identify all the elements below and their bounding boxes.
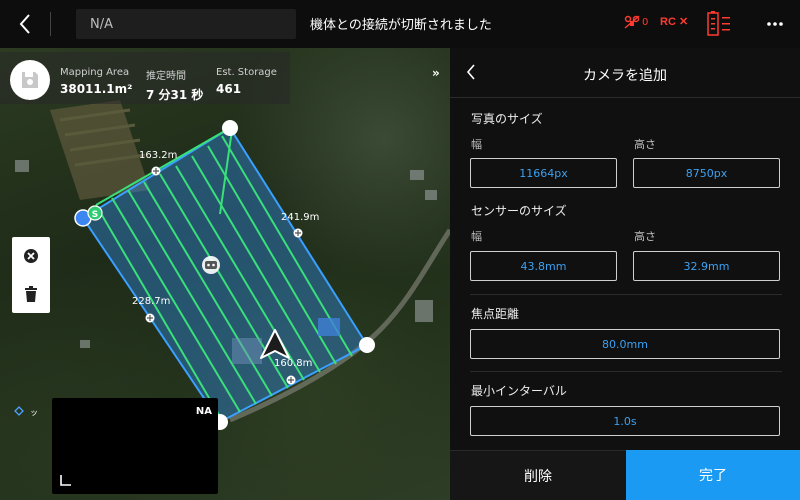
drone-status-count: 0 (642, 16, 649, 28)
panel-header: カメラを追加 (450, 48, 800, 98)
more-options-button[interactable] (762, 12, 788, 36)
stat-label: Est. Storage (216, 67, 277, 78)
edge-length-right: 241.9m (281, 212, 319, 223)
panel-title: カメラを追加 (583, 68, 667, 84)
battery-status (707, 11, 735, 41)
rc-label: RC (660, 16, 676, 28)
photo-height-label: 高さ (634, 138, 656, 151)
top-bar: N/A 機体との接続が切断されました 0 RC ✕ (0, 0, 800, 48)
photo-width-input[interactable]: 11664px (470, 158, 617, 188)
stat-value: 38011.1m² (60, 82, 133, 96)
min-interval-input[interactable]: 1.0s (470, 406, 780, 436)
start-point-label: S (92, 210, 98, 220)
trash-icon (25, 286, 37, 302)
expand-corner-icon (60, 475, 71, 486)
battery-icon (707, 11, 730, 36)
stat-label: 推定時間 (146, 71, 186, 82)
edge-length-top: 163.2m (139, 150, 177, 161)
edge-length-bottom: 160.8m (274, 358, 312, 369)
back-button[interactable] (10, 10, 40, 38)
more-dots-icon (767, 22, 783, 26)
add-camera-panel: カメラを追加 写真のサイズ 幅 高さ 11664px 8750px センサーのサ… (450, 48, 800, 500)
vertex-tools (12, 237, 50, 313)
delete-button[interactable]: 削除 (450, 450, 626, 500)
photo-size-title: 写真のサイズ (471, 112, 543, 126)
section-divider (470, 371, 782, 372)
save-disk-icon (22, 72, 38, 88)
sensor-width-input[interactable]: 43.8mm (470, 251, 617, 281)
collapse-panel-button[interactable]: » (432, 66, 440, 80)
svg-text:ッ: ッ (30, 408, 38, 417)
north-indicator-icon: ッ (14, 406, 38, 417)
stat-value: 7 分31 秒 (146, 88, 204, 102)
stat-label: Mapping Area (60, 67, 130, 78)
rc-disconnected-icon: ✕ (678, 16, 689, 28)
chevron-left-icon (19, 14, 30, 34)
delete-area-button[interactable] (12, 275, 50, 313)
sensor-size-title: センサーのサイズ (471, 204, 567, 218)
focal-length-input[interactable]: 80.0mm (470, 329, 780, 359)
divider (50, 12, 51, 36)
mission-name-field[interactable]: N/A (76, 9, 296, 39)
preview-status-label: NA (195, 406, 212, 417)
sensor-height-input[interactable]: 32.9mm (633, 251, 780, 281)
vertex-handle[interactable] (359, 337, 375, 353)
connection-status-message: 機体との接続が切断されました (310, 18, 492, 33)
drone-status: 0 (624, 15, 648, 29)
rc-status: RC ✕ (660, 15, 688, 28)
camera-preview-panel[interactable]: NA (52, 398, 218, 494)
focal-length-title: 焦点距離 (471, 307, 520, 321)
save-button[interactable] (10, 60, 50, 100)
drone-disconnected-icon (624, 15, 640, 29)
photo-width-label: 幅 (471, 138, 482, 151)
section-divider (470, 294, 782, 295)
structure (318, 318, 340, 336)
photo-height-input[interactable]: 8750px (633, 158, 780, 188)
sensor-height-label: 高さ (634, 230, 656, 243)
remove-vertex-button[interactable] (12, 237, 50, 275)
min-interval-title: 最小インターバル (471, 384, 567, 398)
structure (232, 338, 262, 364)
center-point-icon[interactable] (202, 256, 220, 274)
sensor-width-label: 幅 (471, 230, 482, 243)
stat-estimated-storage: Est. Storage 461 (216, 67, 277, 96)
edge-length-left: 228.7m (132, 296, 170, 307)
close-circle-icon (24, 249, 38, 263)
stat-mapping-area: Mapping Area 38011.1m² (60, 67, 132, 96)
done-button[interactable]: 完了 (626, 450, 800, 500)
vertex-handle[interactable] (222, 120, 238, 136)
stat-estimated-time: 推定時間 7 分31 秒 (146, 67, 203, 103)
stat-value: 461 (216, 82, 242, 96)
